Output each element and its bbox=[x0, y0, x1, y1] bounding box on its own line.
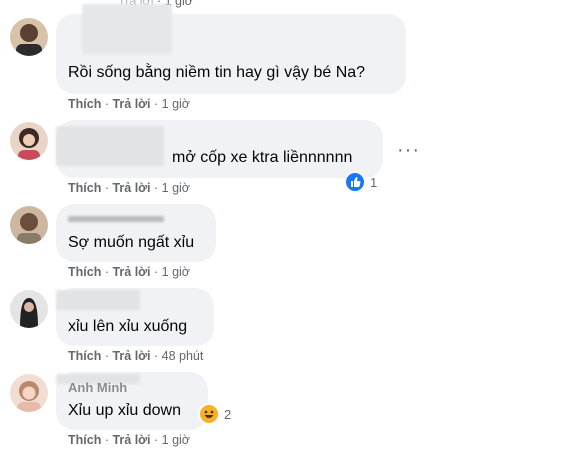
comment-bubble: Anh Minh Xỉu up xỉu down bbox=[56, 372, 208, 430]
comment-author[interactable]: Anh Minh bbox=[68, 380, 127, 395]
reply-link[interactable]: Trả lời bbox=[112, 433, 150, 447]
like-icon bbox=[344, 171, 366, 193]
blurred-author-name bbox=[56, 290, 140, 310]
comment-time[interactable]: 1 giờ bbox=[162, 97, 190, 111]
comment-time[interactable]: 1 giờ bbox=[162, 433, 190, 447]
comment-text: Sợ muốn ngất xỉu bbox=[68, 234, 195, 251]
comment-time[interactable]: 1 giờ bbox=[162, 181, 190, 195]
comment-actions: Thích · Trả lời · 1 giờ bbox=[68, 97, 190, 111]
like-link[interactable]: Thích bbox=[68, 349, 101, 363]
reply-link[interactable]: Trả lời bbox=[112, 97, 150, 111]
comment-actions: Thích · Trả lời · 48 phút bbox=[68, 349, 204, 363]
comment-bubble: Rồi sống bằng niềm tin hay gì vậy bé Na? bbox=[56, 4, 406, 94]
blurred-author-name bbox=[82, 4, 172, 54]
like-link[interactable]: Thích bbox=[68, 97, 101, 111]
reaction-number: 1 bbox=[370, 174, 378, 190]
comment-bubble: Sợ muốn ngất xỉu bbox=[56, 204, 216, 262]
avatar-image bbox=[10, 290, 48, 328]
avatar[interactable] bbox=[10, 290, 48, 328]
reaction-count[interactable]: 1 bbox=[344, 171, 377, 193]
comment-text: Rồi sống bằng niềm tin hay gì vậy bé Na? bbox=[68, 64, 366, 81]
avatar[interactable] bbox=[10, 122, 48, 160]
avatar-image bbox=[10, 374, 48, 412]
avatar[interactable] bbox=[10, 18, 48, 56]
reply-link[interactable]: Trả lời bbox=[112, 349, 150, 363]
avatar-image bbox=[10, 18, 48, 56]
avatar[interactable] bbox=[10, 206, 48, 244]
more-options-icon[interactable]: ··· bbox=[397, 140, 420, 160]
like-link[interactable]: Thích bbox=[68, 265, 101, 279]
like-link[interactable]: Thích bbox=[68, 181, 101, 195]
blurred-author-name bbox=[68, 216, 164, 222]
like-link[interactable]: Thích bbox=[68, 433, 101, 447]
comment-actions: Thích · Trả lời · 1 giờ bbox=[68, 433, 190, 447]
comment-actions: Thích · Trả lời · 1 giờ bbox=[68, 181, 190, 195]
reaction-count[interactable]: 2 bbox=[198, 403, 231, 425]
avatar-image bbox=[10, 122, 48, 160]
comment-bubble: xỉu lên xỉu xuống bbox=[56, 288, 214, 346]
reply-link[interactable]: Trả lời bbox=[112, 265, 150, 279]
avatar[interactable] bbox=[10, 374, 48, 412]
reply-link[interactable]: Trả lời bbox=[112, 181, 150, 195]
comment-actions: Thích · Trả lời · 1 giờ bbox=[68, 265, 190, 279]
comment-time[interactable]: 48 phút bbox=[162, 349, 204, 363]
haha-icon bbox=[198, 403, 220, 425]
comment-bubble: mở cốp xe ktra liềnnnnnn bbox=[56, 120, 383, 178]
comment-text: mở cốp xe ktra liềnnnnnn bbox=[172, 149, 353, 166]
avatar-image bbox=[10, 206, 48, 244]
blurred-author-name bbox=[56, 126, 164, 166]
comment-time[interactable]: 1 giờ bbox=[162, 265, 190, 279]
reaction-number: 2 bbox=[224, 406, 232, 422]
comment-text: xỉu lên xỉu xuống bbox=[68, 318, 188, 335]
comment-text: Xỉu up xỉu down bbox=[68, 402, 181, 419]
